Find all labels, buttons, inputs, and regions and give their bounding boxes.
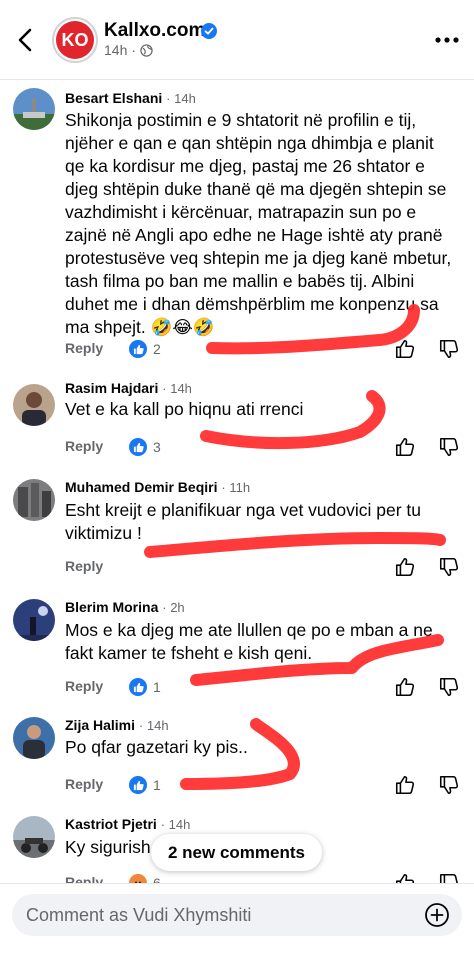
comment-header: Zija Halimi · 14h	[65, 717, 169, 733]
avatar[interactable]	[13, 717, 55, 759]
page-logo: KO	[56, 21, 94, 59]
comment-text: Mos e ka djeg me ate llullen qe po e mba…	[65, 620, 433, 663]
comment-author[interactable]: Muhamed Demir Beqiri	[65, 479, 217, 495]
reaction-count: 3	[153, 439, 161, 455]
reaction-count: 2	[153, 341, 161, 357]
thumbs-down-icon[interactable]	[438, 676, 460, 698]
comment-item: Rasim Hajdari · 14h Vet e ka kall po hiq…	[0, 376, 474, 464]
reply-button[interactable]: Reply	[65, 340, 103, 356]
reaction-summary[interactable]: 3	[129, 438, 161, 456]
thumbs-up-icon[interactable]	[394, 774, 416, 796]
thumbs-up-icon[interactable]	[394, 676, 416, 698]
meta-dot: ·	[131, 42, 137, 58]
comment-item: Besart Elshani · 14h Shikonja postimin e…	[0, 80, 474, 370]
post-time: 14h	[104, 42, 128, 58]
comment-header: Rasim Hajdari · 14h	[65, 380, 192, 396]
comment-time[interactable]: 14h	[170, 381, 192, 396]
comment-text: Vet e ka kall po hiqnu ati rrenci	[65, 399, 304, 419]
comment-item: Muhamed Demir Beqiri · 11h Esht kreijt e…	[0, 474, 474, 584]
reaction-count: 1	[153, 679, 161, 695]
page-name[interactable]: Kallxo.com	[104, 20, 205, 42]
comment-time[interactable]: 2h	[170, 600, 184, 615]
avatar[interactable]	[13, 816, 55, 858]
comment-time[interactable]: 14h	[169, 817, 191, 832]
avatar[interactable]	[13, 88, 55, 130]
comment-text: Po qfar gazetari ky pis..	[65, 737, 248, 757]
thumbs-up-icon[interactable]	[394, 436, 416, 458]
chevron-left-icon[interactable]	[12, 24, 40, 56]
comment-actions: Reply 3	[65, 436, 460, 460]
comment-header: Besart Elshani · 14h	[65, 90, 196, 106]
reaction-count: 1	[153, 777, 161, 793]
thumbs-down-icon[interactable]	[438, 774, 460, 796]
comment-text: Esht kreijt e planifikuar nga vet vudovi…	[65, 500, 422, 543]
verified-badge-icon	[201, 23, 217, 39]
comment-actions: Reply 1	[65, 774, 460, 798]
meta-dot: ·	[160, 817, 169, 832]
reaction-summary[interactable]: 1	[129, 678, 161, 696]
comment-text: Shikonja postimin e 9 shtatorit në profi…	[65, 110, 452, 337]
comment-time[interactable]: 14h	[174, 91, 196, 106]
avatar[interactable]	[13, 384, 55, 426]
meta-dot: ·	[162, 600, 171, 615]
thumbs-up-icon[interactable]	[394, 556, 416, 578]
new-comments-pill[interactable]: 2 new comments	[151, 834, 322, 871]
post-header: KO Kallxo.com 14h ·	[0, 0, 474, 80]
comment-composer	[0, 883, 474, 977]
comment-author[interactable]: Besart Elshani	[65, 90, 162, 106]
comment-author[interactable]: Rasim Hajdari	[65, 380, 158, 396]
thumbs-down-icon[interactable]	[438, 436, 460, 458]
comment-header: Kastriot Pjetri · 14h	[65, 816, 190, 832]
page-avatar[interactable]: KO	[52, 17, 98, 63]
like-reaction-icon	[129, 678, 147, 696]
comment-header: Blerim Morina · 2h	[65, 599, 185, 615]
comment-actions: Reply 1	[65, 676, 460, 700]
reply-button[interactable]: Reply	[65, 776, 103, 792]
comment-author[interactable]: Zija Halimi	[65, 717, 135, 733]
more-horizontal-icon[interactable]	[432, 30, 462, 50]
thumbs-up-icon[interactable]	[394, 338, 416, 360]
like-reaction-icon	[129, 340, 147, 358]
comment-input-box[interactable]	[12, 894, 462, 936]
plus-circle-icon[interactable]	[424, 902, 450, 928]
like-reaction-icon	[129, 776, 147, 794]
comment-actions: Reply 2	[65, 338, 460, 362]
comment-time[interactable]: 11h	[229, 480, 250, 495]
comment-author[interactable]: Kastriot Pjetri	[65, 816, 157, 832]
comments-list[interactable]: Besart Elshani · 14h Shikonja postimin e…	[0, 80, 474, 890]
globe-icon	[140, 43, 153, 57]
comment-input[interactable]	[26, 894, 406, 936]
comment-header: Muhamed Demir Beqiri · 11h	[65, 479, 250, 495]
meta-dot: ·	[166, 91, 175, 106]
thumbs-down-icon[interactable]	[438, 338, 460, 360]
comment-item: Blerim Morina · 2h Mos e ka djeg me ate …	[0, 594, 474, 704]
like-reaction-icon	[129, 438, 147, 456]
reply-button[interactable]: Reply	[65, 558, 103, 574]
reaction-summary[interactable]: 2	[129, 340, 161, 358]
reply-button[interactable]: Reply	[65, 438, 103, 454]
comment-actions: Reply	[65, 556, 460, 580]
reaction-summary[interactable]: 1	[129, 776, 161, 794]
avatar[interactable]	[13, 479, 55, 521]
reply-button[interactable]: Reply	[65, 678, 103, 694]
comment-item: Zija Halimi · 14h Po qfar gazetari ky pi…	[0, 714, 474, 802]
thumbs-down-icon[interactable]	[438, 556, 460, 578]
meta-dot: ·	[138, 718, 147, 733]
avatar[interactable]	[13, 599, 55, 641]
comment-time[interactable]: 14h	[147, 718, 169, 733]
post-meta: 14h ·	[104, 42, 153, 58]
comment-author[interactable]: Blerim Morina	[65, 599, 158, 615]
